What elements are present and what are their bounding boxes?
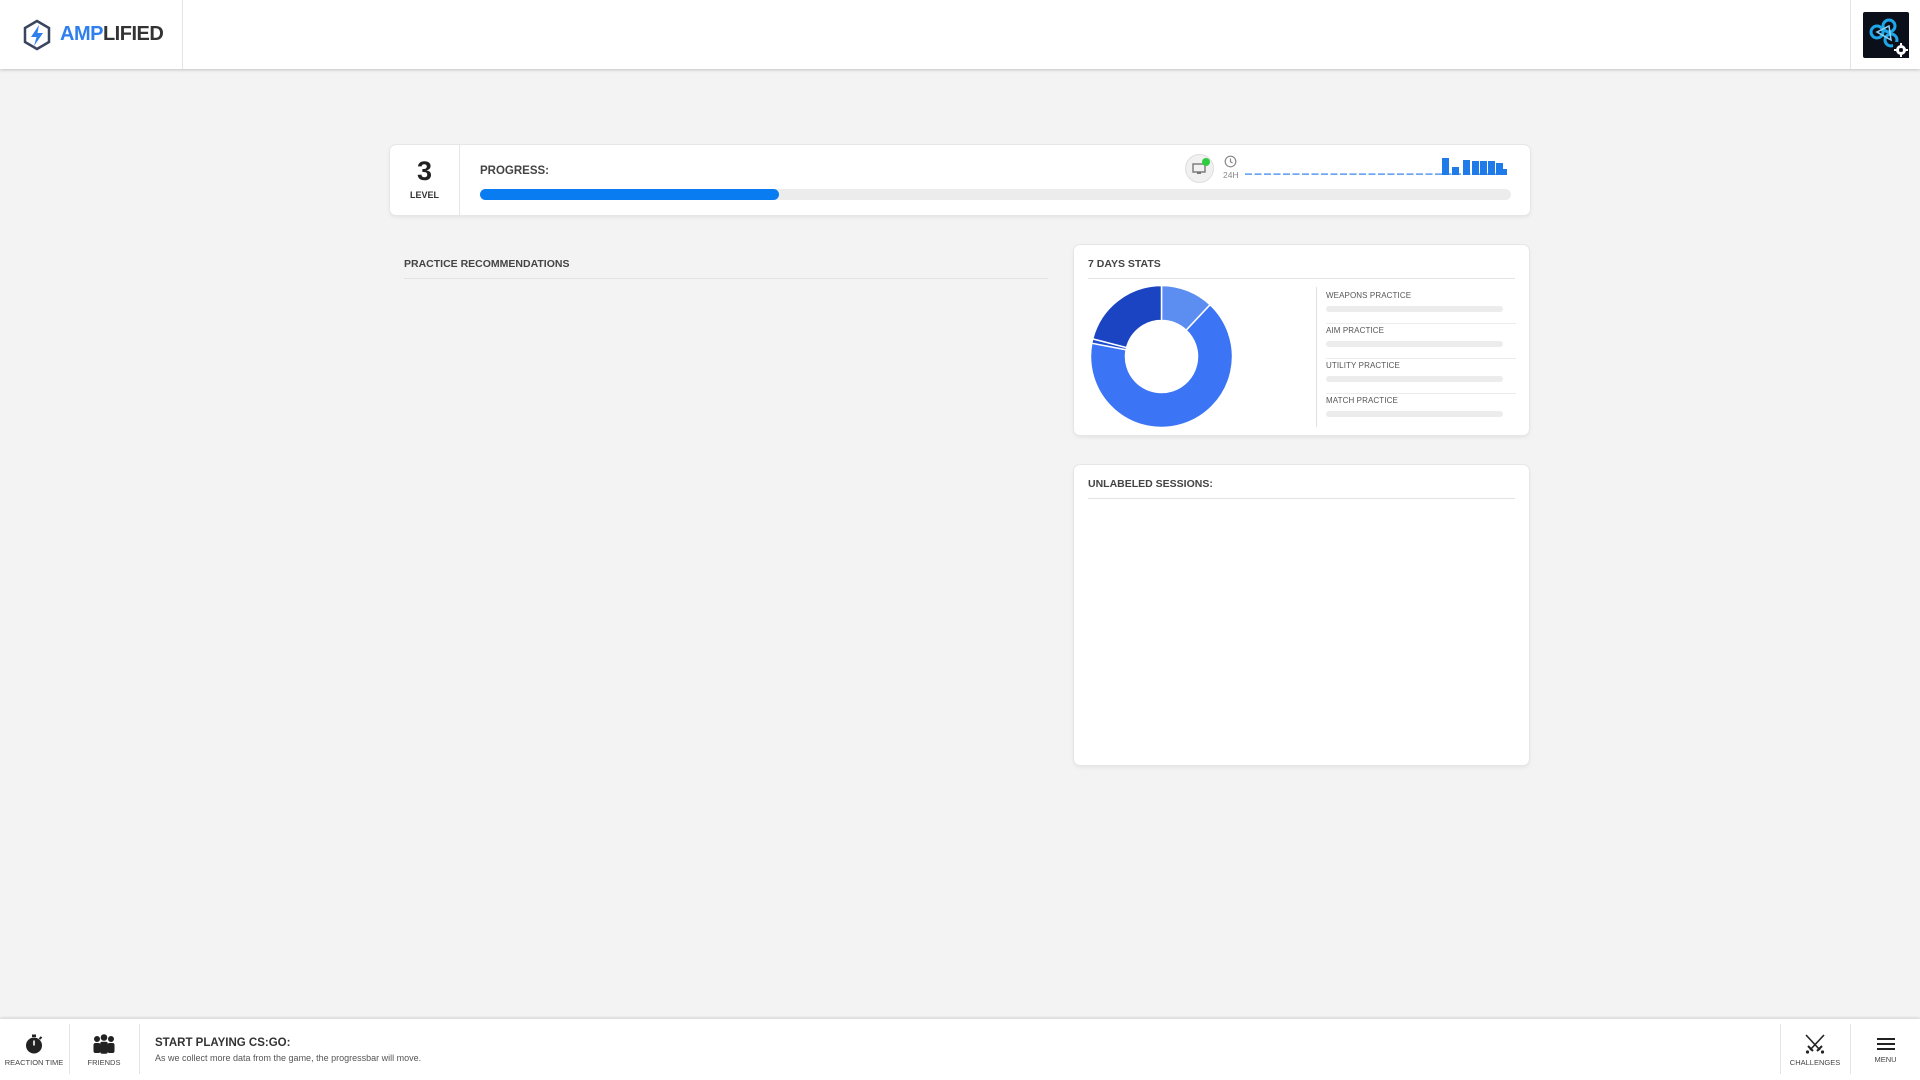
divider: [1326, 393, 1516, 394]
stat-label: MATCH PRACTICE: [1326, 396, 1398, 405]
activity-dash: [1397, 173, 1404, 175]
logo-text: AMPLIFIED: [60, 23, 164, 45]
activity-dash: [1330, 173, 1338, 175]
start-playing-subtitle: As we collect more data from the game, t…: [155, 1053, 422, 1063]
activity-dash: [1359, 173, 1366, 175]
activity-bar: [1480, 161, 1487, 175]
activity-bar: [1452, 167, 1459, 175]
online-status-dot: [1202, 158, 1210, 166]
activity-dash: [1264, 173, 1271, 175]
activity-bar: [1488, 161, 1495, 175]
activity-bar: [1472, 161, 1479, 175]
avatar: [1862, 11, 1909, 58]
progress-bar: [480, 189, 1511, 200]
activity-dash: [1340, 173, 1347, 175]
app-logo[interactable]: AMPLIFIED: [0, 0, 183, 69]
menu-button[interactable]: MENU: [1851, 1019, 1920, 1080]
stats-title: 7 DAYS STATS: [1088, 258, 1161, 270]
divider: [139, 1024, 140, 1074]
activity-dash: [1368, 173, 1376, 175]
activity-dash: [1273, 173, 1281, 175]
clock-icon: [1224, 155, 1237, 168]
activity-bar: [1463, 160, 1470, 175]
start-playing-title: START PLAYING CS:GO:: [155, 1037, 291, 1049]
reaction-time-label: REACTION TIME: [4, 1057, 64, 1067]
progress-bar-fill: [480, 189, 779, 200]
activity-dash: [1311, 173, 1319, 175]
top-bar: AMPLIFIED: [0, 0, 1920, 69]
lightning-hexagon-icon: [23, 19, 51, 50]
stat-label: AIM PRACTICE: [1326, 326, 1385, 335]
practice-donut-chart: [1090, 285, 1233, 428]
activity-dash: [1245, 173, 1252, 175]
friends-icon: [93, 1033, 115, 1054]
stat-bar: [1326, 341, 1503, 347]
friends-label: FRIENDS: [87, 1057, 121, 1067]
activity-dash: [1387, 173, 1395, 175]
activity-dash: [1378, 173, 1385, 175]
activity-dash: [1416, 173, 1423, 175]
stat-utility-practice: UTILITY PRACTICE: [1326, 361, 1516, 382]
divider: [404, 278, 1048, 279]
activity-dash: [1425, 173, 1433, 175]
activity-bar: [1503, 169, 1507, 175]
progress-label: PROGRESS:: [480, 165, 550, 177]
level-label: LEVEL: [409, 190, 439, 200]
stat-bar: [1326, 411, 1503, 417]
level-badge: 3 LEVEL: [390, 145, 460, 215]
activity-dash: [1349, 173, 1357, 175]
donut-slice: [1091, 285, 1163, 349]
divider: [1326, 358, 1516, 359]
hamburger-menu-icon: [1876, 1037, 1895, 1050]
divider: [1326, 323, 1516, 324]
stat-aim-practice: AIM PRACTICE: [1326, 326, 1516, 347]
activity-dash: [1283, 173, 1290, 175]
stat-bar: [1326, 376, 1503, 382]
stat-match-practice: MATCH PRACTICE: [1326, 396, 1516, 417]
divider: [1088, 498, 1515, 499]
stat-label: UTILITY PRACTICE: [1326, 361, 1400, 370]
time-range-label: 24H: [1223, 170, 1239, 180]
stat-weapons-practice: WEAPONS PRACTICE: [1326, 291, 1516, 312]
seven-days-stats-card: 7 DAYS STATS WEAPONS PRACTICE AIM PRACTI…: [1074, 245, 1529, 435]
gear-icon: [1892, 41, 1909, 58]
unlabeled-sessions-card: UNLABELED SESSIONS:: [1074, 465, 1529, 765]
activity-dash: [1321, 173, 1328, 175]
friends-button[interactable]: FRIENDS: [70, 1019, 138, 1080]
challenges-label: CHALLENGES: [1789, 1057, 1841, 1067]
activity-timeline: [1245, 158, 1507, 175]
activity-dash: [1435, 173, 1442, 175]
practice-recommendations-title: PRACTICE RECOMMENDATIONS: [404, 258, 570, 270]
level-number: 3: [416, 156, 433, 186]
stat-label: WEAPONS PRACTICE: [1326, 291, 1412, 300]
sessions-title: UNLABELED SESSIONS:: [1088, 478, 1213, 490]
activity-bar: [1442, 158, 1449, 175]
crossed-swords-icon: [1805, 1033, 1825, 1054]
activity-dash: [1292, 173, 1300, 175]
profile-button[interactable]: [1850, 0, 1920, 69]
activity-bar: [1496, 163, 1503, 175]
reaction-time-button[interactable]: REACTION TIME: [0, 1019, 68, 1080]
challenges-button[interactable]: CHALLENGES: [1781, 1019, 1849, 1080]
game-status-indicator[interactable]: [1185, 154, 1214, 183]
divider: [1088, 278, 1515, 279]
activity-dash: [1302, 173, 1309, 175]
menu-label: MENU: [1874, 1054, 1897, 1064]
bottom-bar: REACTION TIME FRIENDS START PLAYING CS:G…: [0, 1019, 1920, 1080]
activity-dash: [1254, 173, 1262, 175]
level-progress-card: 3 LEVEL PROGRESS: 24H: [390, 145, 1530, 215]
stat-bar: [1326, 306, 1503, 312]
divider: [1316, 287, 1317, 427]
stopwatch-icon: [26, 1034, 43, 1053]
activity-dash: [1406, 173, 1414, 175]
